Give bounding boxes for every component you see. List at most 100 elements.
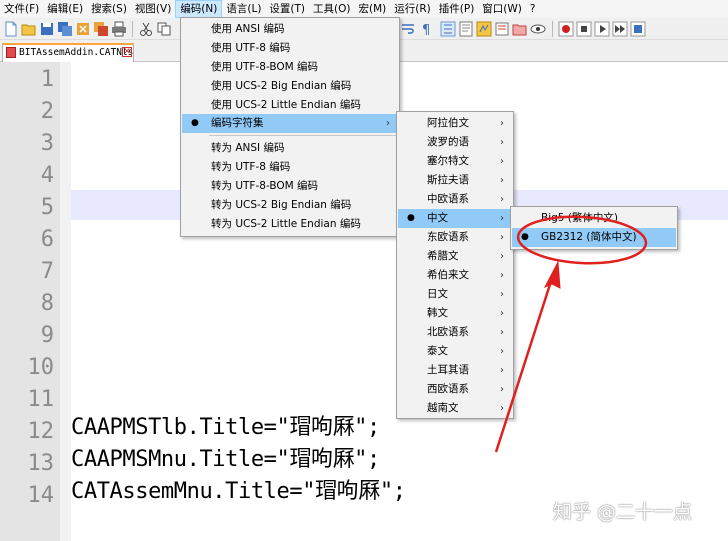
menu-item-use-ucs2-le[interactable]: 使用 UCS-2 Little Endian 编码	[182, 96, 398, 115]
menu-item-convert-ucs2-le[interactable]: 转为 UCS-2 Little Endian 编码	[182, 215, 398, 234]
submenu-arrow-icon: ›	[500, 289, 504, 300]
menu-item-label: 使用 UTF-8 编码	[211, 42, 291, 54]
menu-run[interactable]: 运行(R)	[390, 0, 435, 18]
menu-item-charset-4[interactable]: 中欧语系 ›	[398, 190, 512, 209]
print-icon[interactable]	[111, 21, 127, 37]
menu-item-label: 希腊文	[427, 250, 459, 262]
menu-item-convert-ansi[interactable]: 转为 ANSI 编码	[182, 139, 398, 158]
menu-item-charset-14[interactable]: 西欧语系 ›	[398, 380, 512, 399]
menu-item-label: 中欧语系	[427, 193, 469, 205]
menu-item-label: 转为 UCS-2 Little Endian 编码	[211, 218, 361, 230]
save-all-icon[interactable]	[57, 21, 73, 37]
line-number: 9	[40, 323, 54, 348]
open-folder-icon[interactable]	[21, 21, 37, 37]
save-icon[interactable]	[39, 21, 55, 37]
menu-item-charset-8[interactable]: 希伯来文 ›	[398, 266, 512, 285]
close-all-icon[interactable]	[93, 21, 109, 37]
menu-item-label: 转为 ANSI 编码	[211, 142, 285, 154]
menu-item-label: 西欧语系	[427, 383, 469, 395]
menu-item-charset-11[interactable]: 北欧语系 ›	[398, 323, 512, 342]
pilcrow-icon[interactable]: ¶	[418, 21, 434, 37]
submenu-arrow-icon: ›	[500, 232, 504, 243]
bullet-icon: ●	[521, 232, 529, 242]
menu-item-use-ansi[interactable]: 使用 ANSI 编码	[182, 20, 398, 39]
chinese-submenu: Big5 (繁体中文) ● GB2312 (简体中文)	[510, 206, 678, 250]
line-number: 6	[40, 227, 54, 252]
menu-item-charset-13[interactable]: 土耳其语 ›	[398, 361, 512, 380]
cut-icon[interactable]	[138, 21, 154, 37]
menu-tools[interactable]: 工具(O)	[309, 0, 354, 18]
line-number: 5	[40, 195, 54, 220]
copy-icon[interactable]	[156, 21, 172, 37]
code-line-14[interactable]: CATAssemMnu.Title="瑁呴厤";	[71, 476, 406, 508]
menu-item-charset-12[interactable]: 泰文 ›	[398, 342, 512, 361]
menu-item-charset-7[interactable]: 希腊文 ›	[398, 247, 512, 266]
menu-encoding[interactable]: 编码(N)	[175, 0, 223, 18]
close-file-icon[interactable]	[75, 21, 91, 37]
menu-item-charset[interactable]: ● 编码字符集 ›	[182, 114, 398, 133]
menu-item-charset-15[interactable]: 越南文 ›	[398, 399, 512, 418]
menu-window[interactable]: 窗口(W)	[478, 0, 526, 18]
menu-item-charset-6[interactable]: 东欧语系 ›	[398, 228, 512, 247]
submenu-arrow-icon: ›	[386, 118, 390, 129]
menu-item-charset-5[interactable]: ● 中文 ›	[398, 209, 512, 228]
line-number: 4	[40, 163, 54, 188]
submenu-arrow-icon: ›	[500, 137, 504, 148]
menu-item-use-utf8-bom[interactable]: 使用 UTF-8-BOM 编码	[182, 58, 398, 77]
new-file-icon[interactable]	[3, 21, 19, 37]
monitor-folder-icon[interactable]	[512, 21, 528, 37]
menu-item-label: 使用 UCS-2 Big Endian 编码	[211, 80, 352, 92]
save-macro-icon[interactable]	[630, 21, 646, 37]
submenu-arrow-icon: ›	[500, 251, 504, 262]
menu-item-charset-1[interactable]: 波罗的语 ›	[398, 133, 512, 152]
stop-macro-icon[interactable]	[576, 21, 592, 37]
menu-item-convert-ucs2-be[interactable]: 转为 UCS-2 Big Endian 编码	[182, 196, 398, 215]
menu-item-gb2312[interactable]: ● GB2312 (简体中文)	[512, 228, 676, 247]
folder-workspace-icon[interactable]	[494, 21, 510, 37]
menu-help[interactable]: ?	[526, 0, 540, 18]
menu-item-charset-3[interactable]: 斯拉夫语 ›	[398, 171, 512, 190]
play-macro-icon[interactable]	[594, 21, 610, 37]
menu-item-charset-0[interactable]: 阿拉伯文 ›	[398, 114, 512, 133]
code-line-12[interactable]: CAAPMSTlb.Title="瑁呴厤";	[71, 412, 380, 444]
menu-item-label: 阿拉伯文	[427, 117, 469, 129]
menu-search[interactable]: 搜索(S)	[87, 0, 131, 18]
menu-item-label: GB2312 (简体中文)	[541, 231, 637, 243]
indent-guide-icon[interactable]	[440, 21, 456, 37]
menu-item-charset-10[interactable]: 韩文 ›	[398, 304, 512, 323]
menu-item-use-ucs2-be[interactable]: 使用 UCS-2 Big Endian 编码	[182, 77, 398, 96]
bullet-icon: ●	[191, 118, 199, 128]
record-macro-icon[interactable]	[558, 21, 574, 37]
menu-item-big5[interactable]: Big5 (繁体中文)	[512, 209, 676, 228]
menu-macro[interactable]: 宏(M)	[355, 0, 391, 18]
menu-item-label: 波罗的语	[427, 136, 469, 148]
menu-plugins[interactable]: 插件(P)	[435, 0, 479, 18]
menu-item-charset-2[interactable]: 塞尔特文 ›	[398, 152, 512, 171]
eye-icon[interactable]	[530, 21, 546, 37]
submenu-arrow-icon: ›	[500, 213, 504, 224]
fold-margin[interactable]	[60, 62, 71, 541]
menu-view[interactable]: 视图(V)	[131, 0, 175, 18]
doc-map-icon[interactable]	[458, 21, 474, 37]
submenu-arrow-icon: ›	[500, 403, 504, 414]
file-tab[interactable]: BITAssemAddin.CATNls ✕	[2, 43, 134, 62]
menu-item-use-utf8[interactable]: 使用 UTF-8 编码	[182, 39, 398, 58]
wrap-icon[interactable]	[400, 21, 416, 37]
line-number: 12	[27, 419, 55, 444]
submenu-arrow-icon: ›	[500, 156, 504, 167]
code-line-13[interactable]: CAAPMSMnu.Title="瑁呴厤";	[71, 444, 380, 476]
close-tab-icon[interactable]: ✕	[122, 47, 132, 57]
menu-settings[interactable]: 设置(T)	[265, 0, 309, 18]
bullet-icon: ●	[407, 213, 415, 223]
menu-item-convert-utf8-bom[interactable]: 转为 UTF-8-BOM 编码	[182, 177, 398, 196]
line-number: 7	[40, 259, 54, 284]
function-list-icon[interactable]	[476, 21, 492, 37]
menu-file[interactable]: 文件(F)	[0, 0, 43, 18]
menu-item-charset-9[interactable]: 日文 ›	[398, 285, 512, 304]
menu-item-convert-utf8[interactable]: 转为 UTF-8 编码	[182, 158, 398, 177]
menu-language[interactable]: 语言(L)	[222, 0, 265, 18]
watermark: 知乎 @二十一点	[553, 501, 693, 523]
submenu-arrow-icon: ›	[500, 308, 504, 319]
menu-edit[interactable]: 编辑(E)	[43, 0, 87, 18]
run-multiple-macro-icon[interactable]	[612, 21, 628, 37]
